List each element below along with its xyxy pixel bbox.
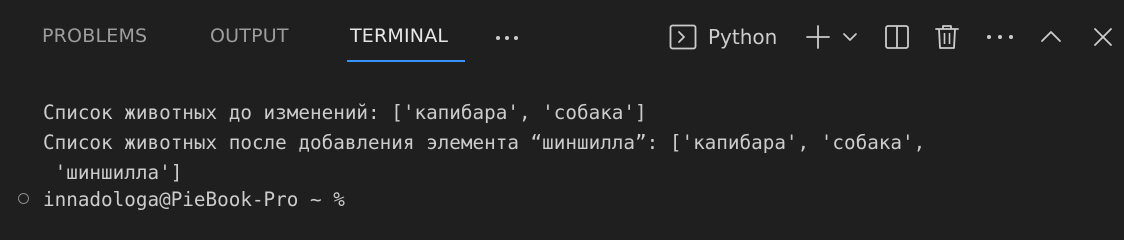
maximize-panel-button[interactable] bbox=[1038, 22, 1064, 52]
trash-icon bbox=[935, 25, 959, 49]
terminal-profile-label[interactable]: Python bbox=[708, 25, 777, 49]
new-terminal-button[interactable] bbox=[804, 22, 832, 52]
ellipsis-icon bbox=[987, 35, 1013, 39]
terminal-output[interactable]: Список животных до изменений: ['капибара… bbox=[0, 98, 1124, 236]
terminal-profile-button[interactable] bbox=[668, 22, 698, 52]
terminal-prompt: innadologa@PieBook-Pro ~ % bbox=[43, 188, 345, 211]
close-panel-button[interactable] bbox=[1090, 22, 1116, 52]
plus-icon bbox=[806, 25, 830, 49]
active-tab-indicator bbox=[347, 60, 465, 62]
panel-tab-bar: PROBLEMS OUTPUT TERMINAL Python bbox=[0, 0, 1124, 74]
chevron-down-icon bbox=[843, 33, 857, 41]
tab-problems[interactable]: PROBLEMS bbox=[42, 25, 147, 47]
more-tabs-button[interactable] bbox=[494, 24, 524, 50]
kill-terminal-button[interactable] bbox=[933, 22, 961, 52]
terminal-line: Список животных после добавления элемент… bbox=[43, 131, 926, 154]
split-terminal-icon bbox=[885, 25, 909, 49]
chevron-up-icon bbox=[1041, 31, 1061, 42]
terminal-line: 'шиншилла'] bbox=[43, 161, 183, 184]
close-icon bbox=[1094, 28, 1112, 46]
terminal-panel: PROBLEMS OUTPUT TERMINAL Python Список ж… bbox=[0, 0, 1124, 226]
command-decoration-icon[interactable] bbox=[18, 193, 29, 204]
terminal-line: Список животных до изменений: ['капибара… bbox=[43, 101, 647, 124]
tab-terminal[interactable]: TERMINAL bbox=[350, 25, 448, 47]
tab-output[interactable]: OUTPUT bbox=[210, 25, 289, 47]
more-actions-button[interactable] bbox=[985, 22, 1015, 52]
split-terminal-button[interactable] bbox=[883, 22, 911, 52]
terminal-icon bbox=[669, 24, 697, 50]
terminal-profile-dropdown[interactable] bbox=[840, 22, 860, 52]
